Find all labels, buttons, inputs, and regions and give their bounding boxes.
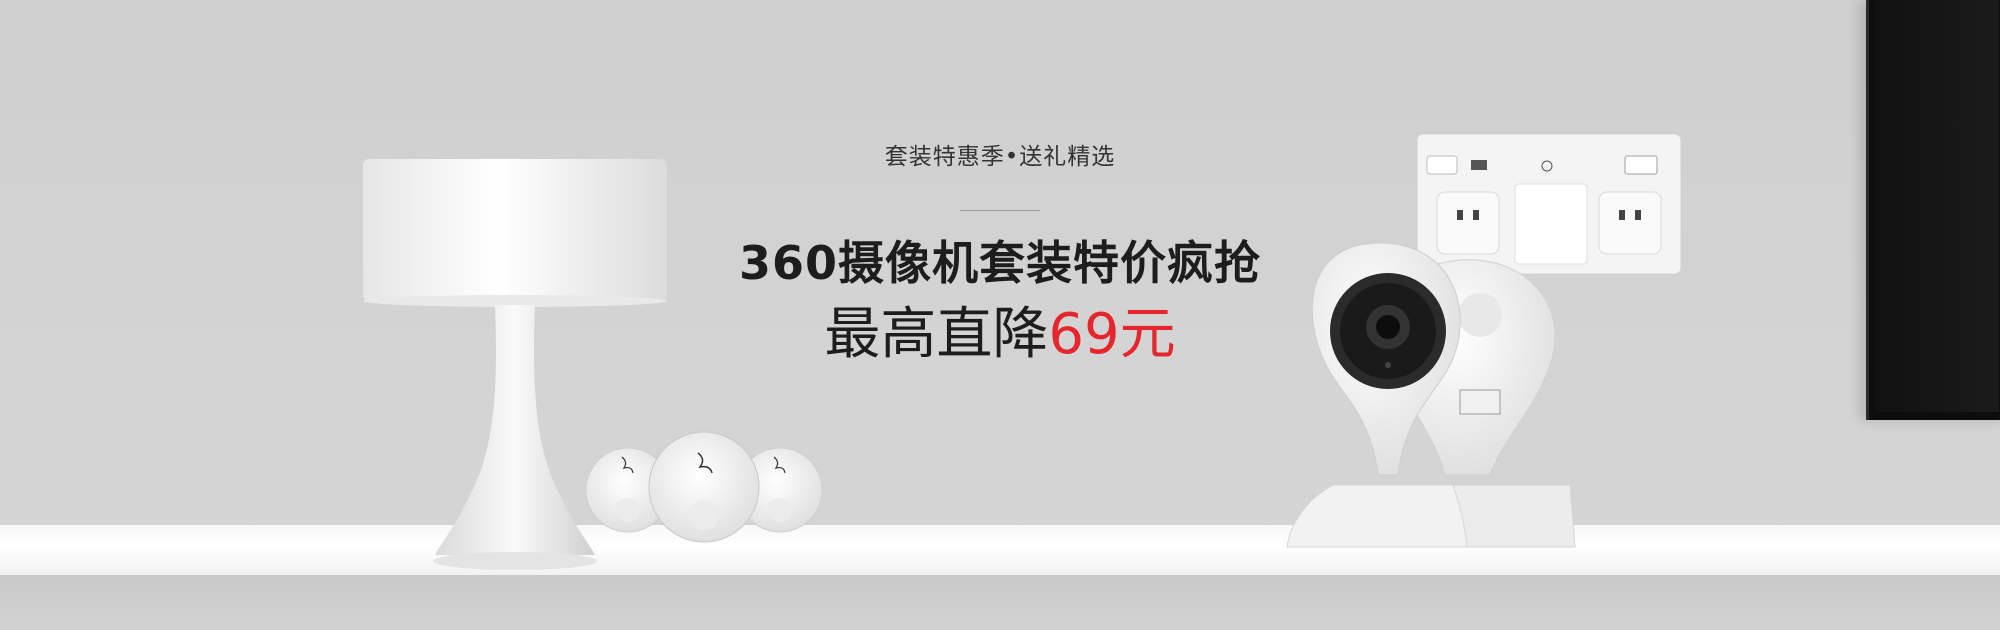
shelf-surface <box>0 525 2000 575</box>
promo-banner[interactable]: 套装特惠季•送礼精选 360摄像机套装特价疯抢 最高直降69元 <box>0 0 2000 630</box>
tv-screen-image <box>1866 0 2000 420</box>
price-prefix: 最高直降 <box>824 302 1049 367</box>
price-line: 最高直降69元 <box>640 297 1360 373</box>
promo-headline: 360摄像机套装特价疯抢 <box>738 236 1262 290</box>
doorbell-buttons-image <box>585 431 823 543</box>
divider-line <box>960 210 1040 211</box>
promo-text: 套装特惠季•送礼精选 360摄像机套装特价疯抢 最高直降69元 <box>640 140 1360 373</box>
shelf-edge <box>0 575 2000 630</box>
price-value: 69元 <box>1048 302 1176 367</box>
promo-subtitle: 套装特惠季•送礼精选 <box>884 144 1116 170</box>
security-camera-image <box>1286 242 1576 548</box>
